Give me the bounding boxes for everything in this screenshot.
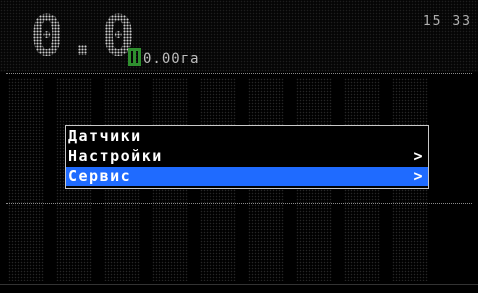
menu-item-sensors[interactable]: Датчики — [66, 127, 428, 146]
speed-readout: 0.0 — [30, 4, 138, 69]
middle-divider — [6, 203, 472, 204]
section-bar — [8, 78, 44, 281]
top-divider — [6, 73, 472, 74]
chevron-right-icon: > — [413, 147, 424, 165]
popup-menu: Датчики Настройки > Сервис > — [65, 125, 429, 189]
status-bar: 0.0 0.00га 15 33 — [0, 0, 478, 72]
menu-item-label: Сервис — [68, 167, 132, 185]
menu-item-settings[interactable]: Настройки > — [66, 147, 428, 166]
menu-item-label: Датчики — [68, 127, 142, 145]
area-counter-icon — [128, 48, 141, 66]
clock: 15 33 — [422, 14, 472, 29]
area-readout: 0.00га — [143, 51, 200, 67]
chevron-right-icon: > — [413, 167, 424, 185]
menu-item-service[interactable]: Сервис > — [66, 167, 428, 186]
menu-item-label: Настройки — [68, 147, 163, 165]
lcd-screen: 0.0 0.00га 15 33 Датчики Настройки > Сер… — [0, 0, 478, 293]
bottom-divider — [0, 284, 478, 285]
